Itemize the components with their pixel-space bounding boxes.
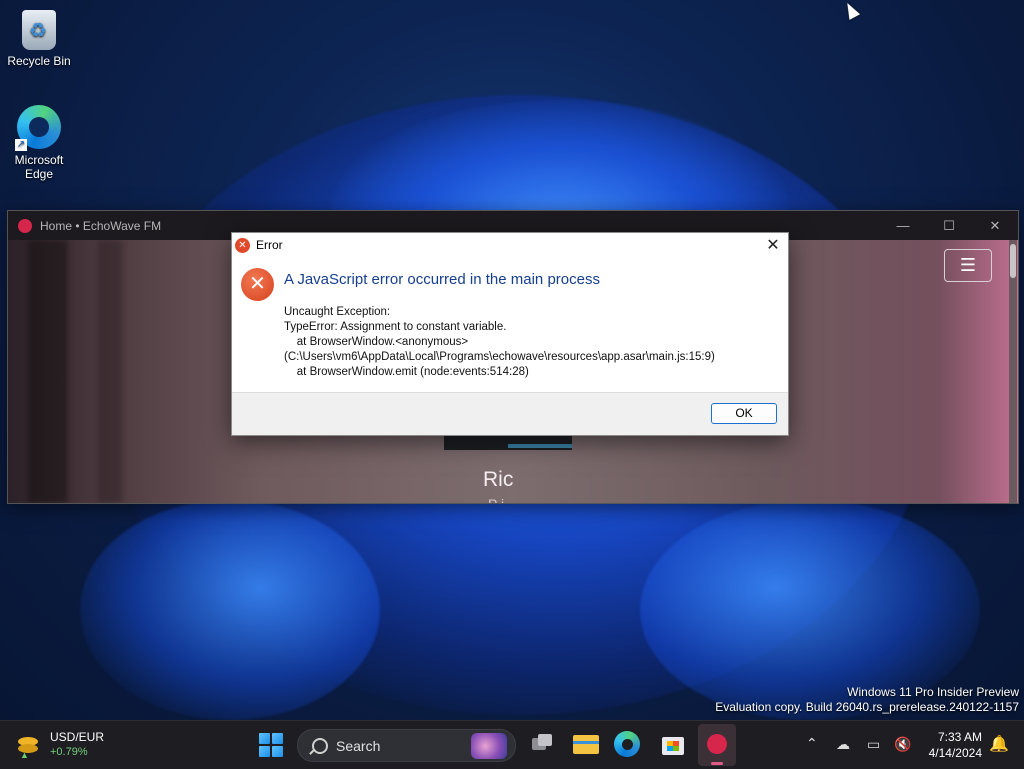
taskbar: ▲ USD/EUR +0.79% Search ⌃ ☁ ▭ 🔇 7:33 AM … bbox=[0, 720, 1024, 769]
desktop-icon-label: Recycle Bin bbox=[7, 54, 71, 68]
dialog-title: Error bbox=[256, 238, 283, 252]
dialog-main-instruction: A JavaScript error occurred in the main … bbox=[284, 271, 600, 288]
dialog-footer: OK bbox=[232, 392, 788, 435]
dialog-content: ✕ A JavaScript error occurred in the mai… bbox=[232, 257, 788, 393]
now-playing-subtitle: P i bbox=[488, 496, 504, 503]
recycle-bin-icon bbox=[22, 10, 56, 50]
search-highlight-icon bbox=[471, 732, 507, 759]
error-details: Uncaught Exception: TypeError: Assignmen… bbox=[284, 306, 715, 378]
ok-button[interactable]: OK bbox=[711, 403, 777, 424]
dialog-titlebar[interactable]: ✕ Error ✕ bbox=[232, 233, 788, 257]
watermark-line-1: Windows 11 Pro Insider Preview bbox=[847, 685, 1019, 699]
desktop-icon-microsoft-edge[interactable]: ↗ Microsoft Edge bbox=[1, 105, 77, 181]
blurred-background bbox=[98, 240, 123, 503]
start-button[interactable] bbox=[259, 733, 283, 757]
widget-change: +0.79% bbox=[50, 746, 88, 758]
close-button[interactable]: ✕ bbox=[972, 218, 1018, 234]
currency-coins-icon: ▲ bbox=[16, 733, 40, 760]
error-dialog: ✕ Error ✕ ✕ A JavaScript error occurred … bbox=[231, 232, 789, 436]
notification-bell-icon[interactable]: 🔔 bbox=[989, 734, 1009, 754]
store-taskbar-icon[interactable] bbox=[659, 729, 689, 759]
edge-taskbar-icon[interactable] bbox=[614, 731, 640, 757]
echowave-logo-icon bbox=[18, 218, 32, 233]
system-clock[interactable]: 7:33 AM 4/14/2024 bbox=[922, 729, 982, 761]
widget-title: USD/EUR bbox=[50, 730, 105, 744]
volume-muted-icon[interactable]: 🔇 bbox=[894, 736, 911, 753]
scrollbar-thumb[interactable] bbox=[1010, 244, 1016, 278]
error-icon: ✕ bbox=[241, 268, 274, 301]
minimize-button[interactable]: — bbox=[880, 218, 926, 233]
search-icon bbox=[312, 737, 328, 754]
vertical-scrollbar[interactable] bbox=[1009, 240, 1017, 503]
windows-watermark: Windows 11 Pro Insider Preview Evaluatio… bbox=[715, 685, 1019, 715]
shortcut-arrow-icon: ↗ bbox=[15, 139, 27, 151]
network-icon[interactable]: ▭ bbox=[867, 736, 880, 753]
clock-date: 4/14/2024 bbox=[928, 746, 982, 760]
hamburger-menu-button[interactable]: ☰ bbox=[944, 249, 992, 282]
show-hidden-icons-button[interactable]: ⌃ bbox=[806, 735, 818, 752]
clock-time: 7:33 AM bbox=[937, 730, 982, 744]
desktop-icon-recycle-bin[interactable]: Recycle Bin bbox=[1, 10, 77, 68]
now-playing-title: Ric bbox=[483, 468, 514, 491]
dialog-close-button[interactable]: ✕ bbox=[758, 235, 788, 255]
task-view-button[interactable] bbox=[528, 729, 558, 759]
watermark-line-2: Evaluation copy. Build 26040.rs_prerelea… bbox=[715, 700, 1019, 714]
blurred-background bbox=[28, 240, 68, 503]
onedrive-icon[interactable]: ☁ bbox=[836, 736, 850, 753]
taskbar-search[interactable]: Search bbox=[297, 729, 516, 762]
album-art-accent bbox=[508, 444, 572, 448]
echowave-taskbar-icon[interactable] bbox=[698, 724, 736, 766]
currency-widget[interactable]: ▲ USD/EUR +0.79% bbox=[16, 730, 104, 760]
error-icon: ✕ bbox=[235, 237, 250, 253]
app-window-title: Home • EchoWave FM bbox=[40, 218, 162, 233]
search-label: Search bbox=[336, 737, 381, 754]
file-explorer-taskbar-icon[interactable] bbox=[571, 729, 601, 759]
edge-icon: ↗ bbox=[15, 105, 61, 151]
maximize-button[interactable]: ☐ bbox=[926, 218, 972, 234]
desktop-icon-label: Microsoft Edge bbox=[14, 153, 64, 181]
